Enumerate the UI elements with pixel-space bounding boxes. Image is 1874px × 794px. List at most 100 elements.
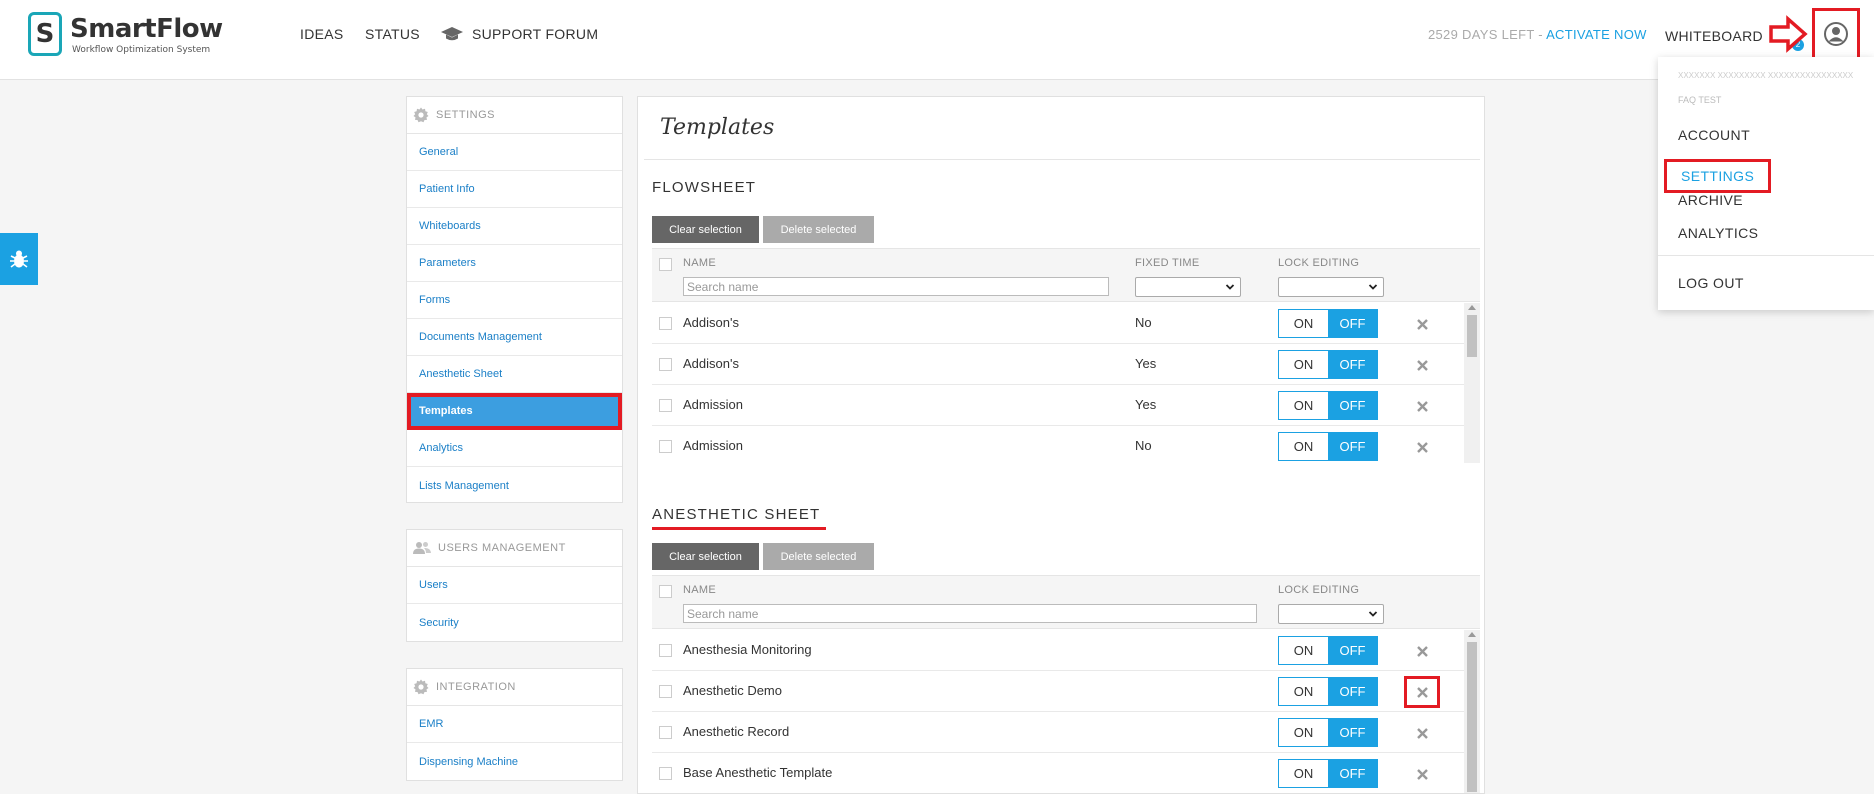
delete-row-button[interactable]	[1414, 357, 1430, 373]
anesthetic-delete-selected-button[interactable]: Delete selected	[763, 543, 874, 570]
logo-subtitle: Workflow Optimization System	[72, 45, 211, 55]
toggle-on[interactable]: ON	[1279, 433, 1328, 460]
toggle-on[interactable]: ON	[1279, 392, 1328, 419]
delete-row-button[interactable]	[1414, 643, 1430, 659]
close-icon	[1416, 727, 1428, 739]
toggle-on[interactable]: ON	[1279, 719, 1328, 746]
toggle-on[interactable]: ON	[1279, 351, 1328, 378]
lock-editing-toggle[interactable]: ON OFF	[1278, 718, 1378, 747]
delete-row-button[interactable]	[1414, 439, 1430, 455]
toggle-off[interactable]: OFF	[1328, 637, 1377, 664]
row-checkbox[interactable]	[659, 685, 672, 698]
sidebar-item-documents-management[interactable]: Documents Management	[407, 319, 622, 356]
anesthetic-clear-selection-button[interactable]: Clear selection	[652, 543, 759, 570]
nav-ideas[interactable]: IDEAS	[300, 26, 344, 42]
delete-row-button[interactable]	[1414, 316, 1430, 332]
row-name: Anesthetic Record	[683, 724, 790, 739]
scrollbar-thumb[interactable]	[1467, 315, 1477, 357]
anesthetic-col-name: NAME	[683, 584, 716, 596]
flowsheet-scrollbar[interactable]	[1464, 303, 1480, 463]
lock-editing-toggle[interactable]: ON OFF	[1278, 677, 1378, 706]
toggle-on[interactable]: ON	[1279, 760, 1328, 787]
smartflow-logo[interactable]: S SmartFlow Workflow Optimization System	[28, 12, 228, 58]
anesthetic-table-header: NAME LOCK EDITING	[652, 575, 1480, 629]
sidebar-item-users[interactable]: Users	[407, 567, 622, 604]
delete-row-button[interactable]	[1404, 676, 1440, 708]
row-checkbox[interactable]	[659, 358, 672, 371]
toggle-on[interactable]: ON	[1279, 678, 1328, 705]
menu-analytics[interactable]: ANALYTICS	[1678, 225, 1758, 241]
sidebar-item-general[interactable]: General	[407, 134, 622, 171]
flowsheet-col-lock-editing: LOCK EDITING	[1278, 257, 1360, 269]
menu-divider	[1658, 255, 1874, 256]
row-fixed-time: Yes	[1135, 397, 1157, 412]
graduation-cap-icon	[441, 27, 463, 41]
table-row: Addison's No ON OFF	[652, 303, 1464, 344]
sidebar-item-security[interactable]: Security	[407, 604, 622, 641]
nav-status[interactable]: STATUS	[365, 26, 420, 42]
sidebar-item-analytics[interactable]: Analytics	[407, 430, 622, 467]
activate-now-link[interactable]: ACTIVATE NOW	[1546, 27, 1647, 42]
flowsheet-fixed-time-select[interactable]	[1135, 277, 1241, 297]
lock-editing-toggle[interactable]: ON OFF	[1278, 391, 1378, 420]
menu-archive[interactable]: ARCHIVE	[1678, 192, 1743, 208]
scroll-up-arrow-icon[interactable]	[1468, 632, 1476, 637]
sidebar-item-parameters[interactable]: Parameters	[407, 245, 622, 282]
bug-report-tab[interactable]	[0, 233, 38, 285]
row-checkbox[interactable]	[659, 440, 672, 453]
lock-editing-toggle[interactable]: ON OFF	[1278, 432, 1378, 461]
toggle-off[interactable]: OFF	[1328, 678, 1377, 705]
gear-icon	[413, 679, 429, 695]
scrollbar-thumb[interactable]	[1467, 642, 1477, 792]
sidebar-item-emr[interactable]: EMR	[407, 706, 622, 743]
row-checkbox[interactable]	[659, 399, 672, 412]
flowsheet-col-fixed-time: FIXED TIME	[1135, 257, 1200, 269]
anesthetic-scrollbar[interactable]	[1464, 630, 1480, 793]
sidebar-item-patient-info[interactable]: Patient Info	[407, 171, 622, 208]
anesthetic-search-input[interactable]	[683, 604, 1257, 623]
scroll-up-arrow-icon[interactable]	[1468, 305, 1476, 310]
menu-settings[interactable]: SETTINGS	[1664, 159, 1772, 193]
lock-editing-toggle[interactable]: ON OFF	[1278, 759, 1378, 788]
nav-whiteboard[interactable]: WHITEBOARD	[1665, 28, 1763, 44]
flowsheet-clear-selection-button[interactable]: Clear selection	[652, 216, 759, 243]
sidebar-item-forms[interactable]: Forms	[407, 282, 622, 319]
sidebar-item-anesthetic-sheet[interactable]: Anesthetic Sheet	[407, 356, 622, 393]
menu-log-out[interactable]: LOG OUT	[1678, 275, 1744, 291]
close-icon	[1416, 768, 1428, 780]
row-checkbox[interactable]	[659, 767, 672, 780]
anesthetic-select-all-checkbox[interactable]	[659, 585, 672, 598]
toggle-off[interactable]: OFF	[1328, 760, 1377, 787]
flowsheet-select-all-checkbox[interactable]	[659, 258, 672, 271]
flowsheet-lock-editing-select[interactable]	[1278, 277, 1384, 297]
delete-row-button[interactable]	[1414, 725, 1430, 741]
toggle-on[interactable]: ON	[1279, 637, 1328, 664]
sidebar-item-whiteboards[interactable]: Whiteboards	[407, 208, 622, 245]
sidebar-item-templates[interactable]: Templates	[407, 393, 622, 430]
row-checkbox[interactable]	[659, 317, 672, 330]
sidebar-item-lists-management[interactable]: Lists Management	[407, 467, 622, 504]
nav-support-forum[interactable]: SUPPORT FORUM	[440, 26, 598, 42]
row-checkbox[interactable]	[659, 726, 672, 739]
toggle-off[interactable]: OFF	[1328, 351, 1377, 378]
flowsheet-delete-selected-button[interactable]: Delete selected	[763, 216, 874, 243]
anesthetic-lock-editing-select[interactable]	[1278, 604, 1384, 624]
integration-panel-header: INTEGRATION	[407, 669, 622, 706]
flowsheet-search-input[interactable]	[683, 277, 1109, 296]
toggle-off[interactable]: OFF	[1328, 719, 1377, 746]
toggle-on[interactable]: ON	[1279, 310, 1328, 337]
lock-editing-toggle[interactable]: ON OFF	[1278, 350, 1378, 379]
menu-account[interactable]: ACCOUNT	[1678, 127, 1750, 143]
delete-row-button[interactable]	[1414, 766, 1430, 782]
lock-editing-toggle[interactable]: ON OFF	[1278, 636, 1378, 665]
toggle-off[interactable]: OFF	[1328, 310, 1377, 337]
lock-editing-toggle[interactable]: ON OFF	[1278, 309, 1378, 338]
row-checkbox[interactable]	[659, 644, 672, 657]
logo-text: SmartFlow	[70, 14, 223, 44]
sidebar-item-dispensing-machine[interactable]: Dispensing Machine	[407, 743, 622, 780]
delete-row-button[interactable]	[1414, 398, 1430, 414]
user-menu-button[interactable]	[1812, 8, 1860, 60]
close-icon	[1416, 441, 1428, 453]
toggle-off[interactable]: OFF	[1328, 392, 1377, 419]
toggle-off[interactable]: OFF	[1328, 433, 1377, 460]
